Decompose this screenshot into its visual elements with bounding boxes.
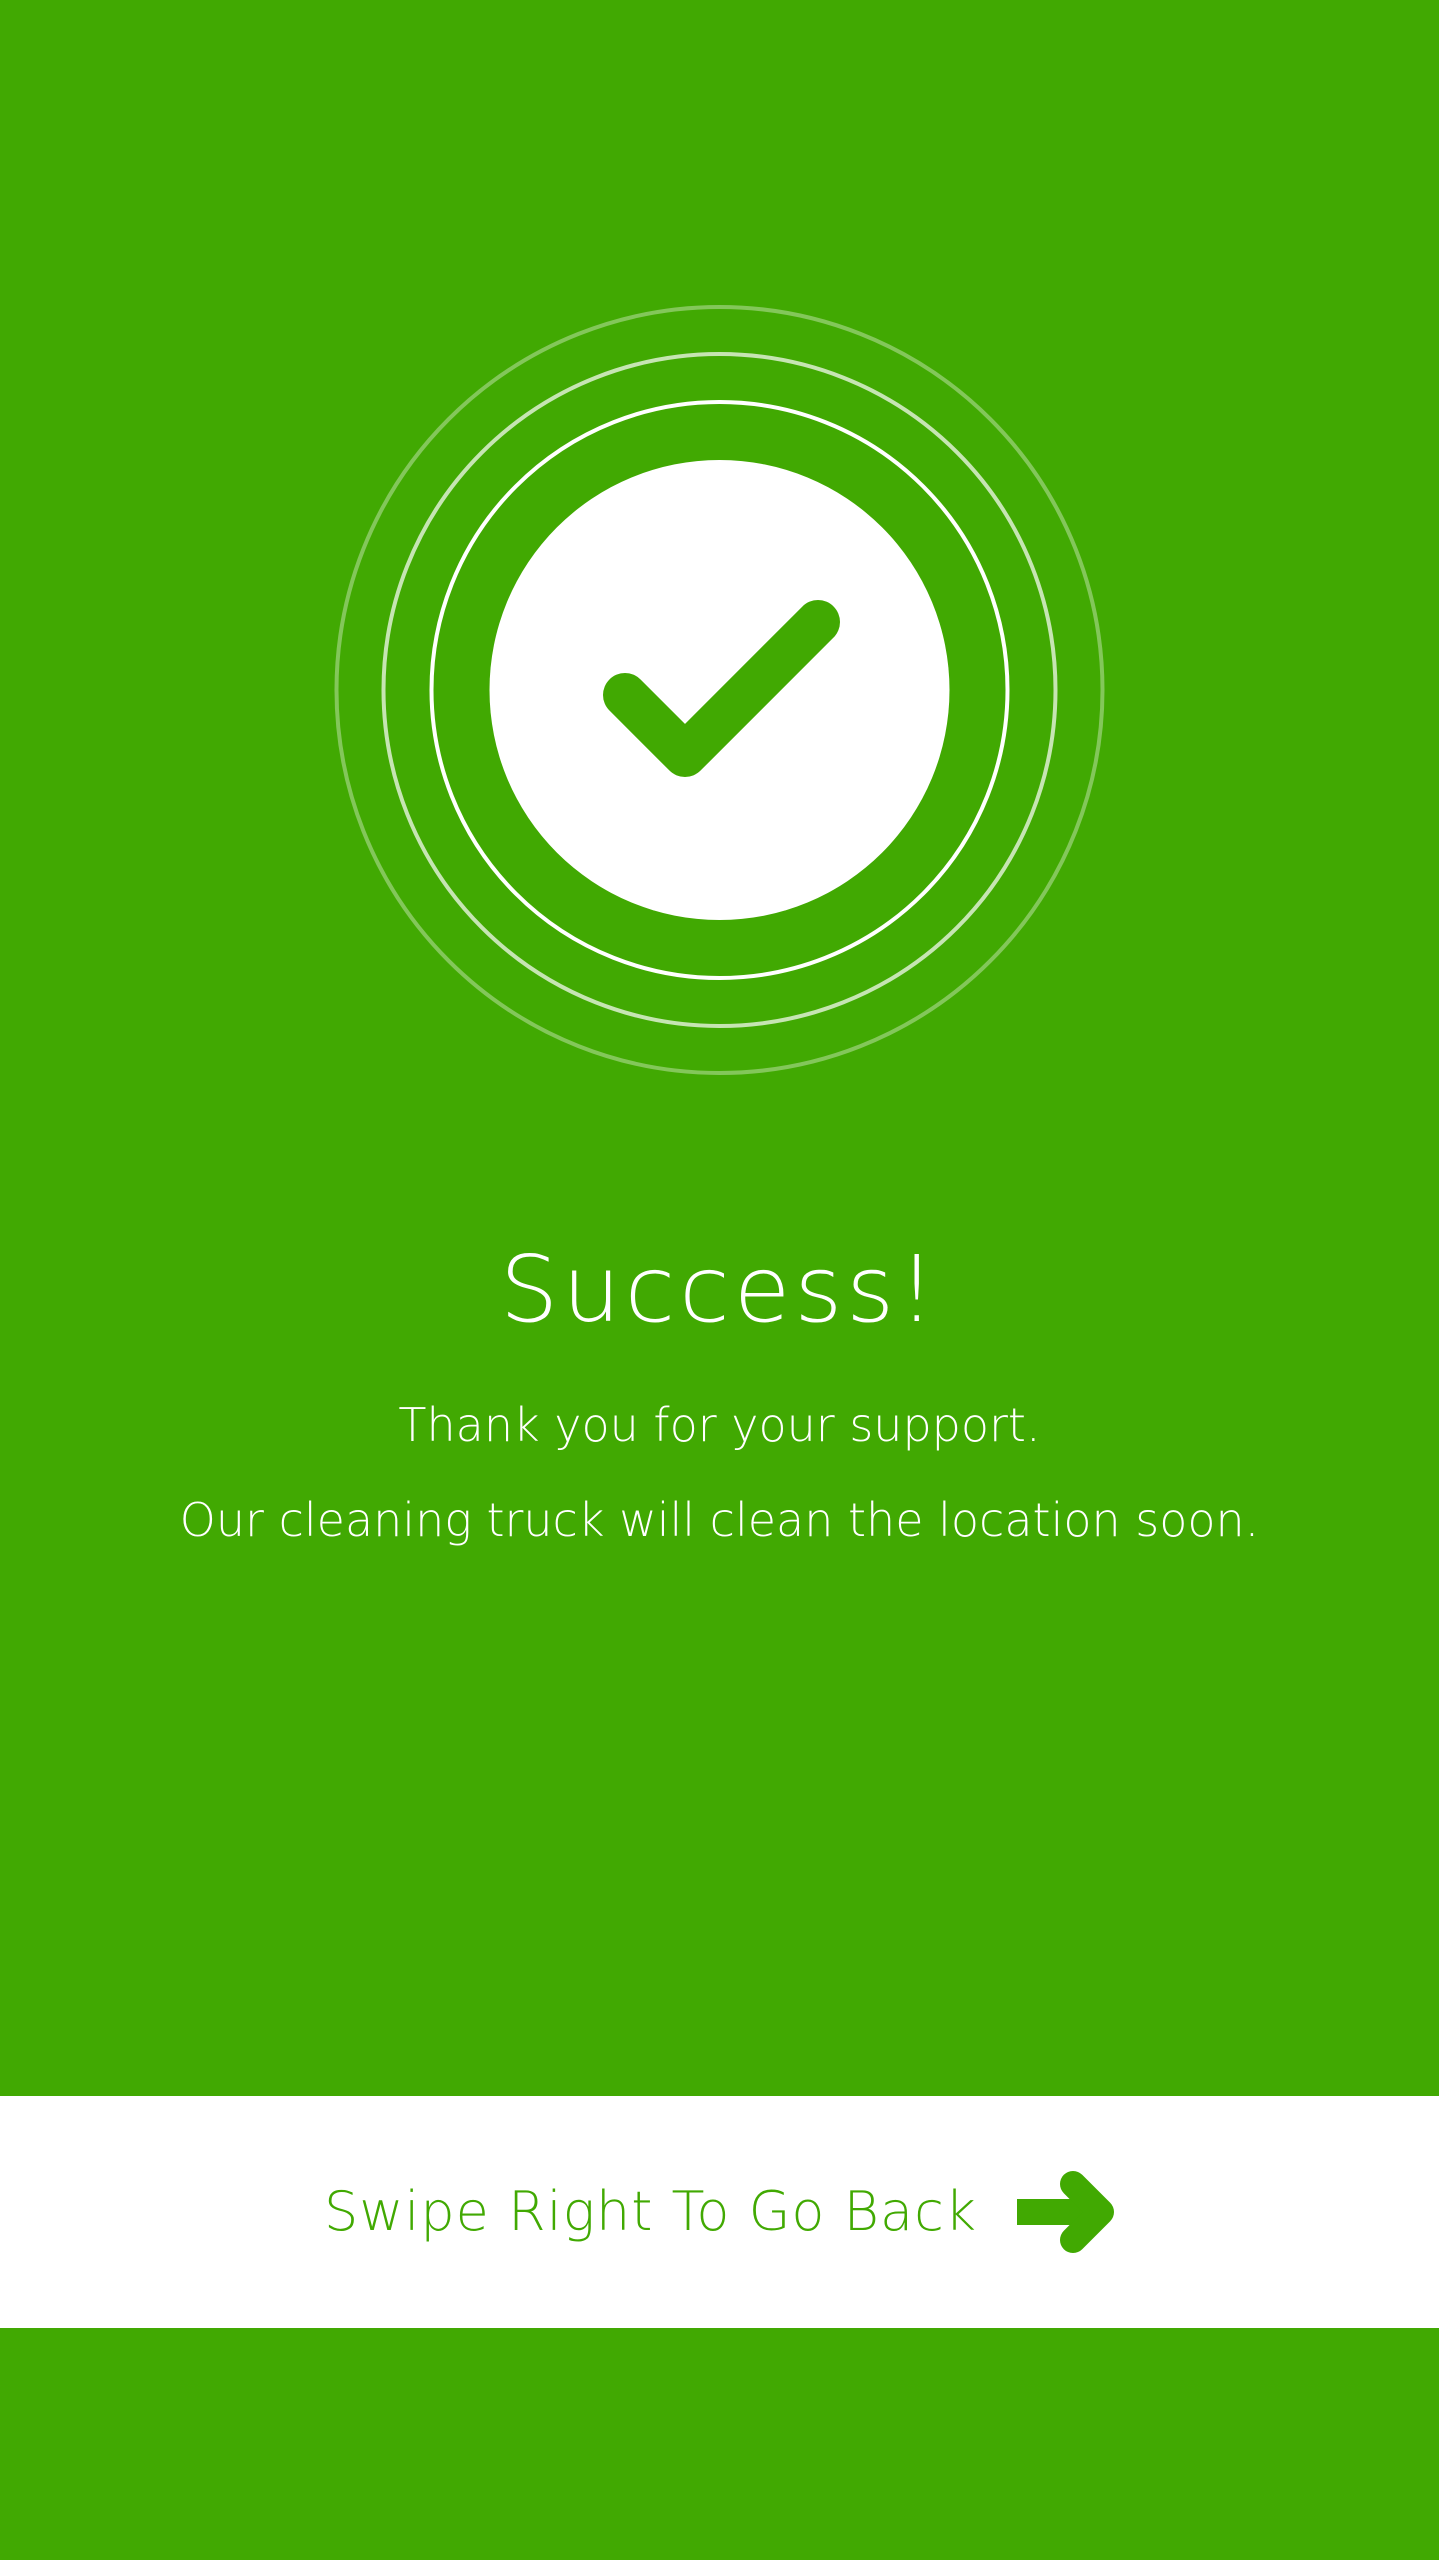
check-circle-icon bbox=[334, 305, 1105, 1075]
arrow-right-icon bbox=[1017, 2171, 1115, 2253]
swipe-back-bar[interactable]: Swipe Right To Go Back bbox=[0, 2096, 1439, 2328]
thank-you-message: Thank you for your support. bbox=[398, 1398, 1041, 1452]
swipe-back-label: Swipe Right To Go Back bbox=[323, 2180, 978, 2243]
success-title: Success! bbox=[499, 1236, 940, 1343]
cleaning-info-message: Our cleaning truck will clean the locati… bbox=[179, 1493, 1260, 1547]
success-hero bbox=[0, 300, 1439, 1080]
success-screen: Success! Thank you for your support. Our… bbox=[0, 0, 1439, 2560]
